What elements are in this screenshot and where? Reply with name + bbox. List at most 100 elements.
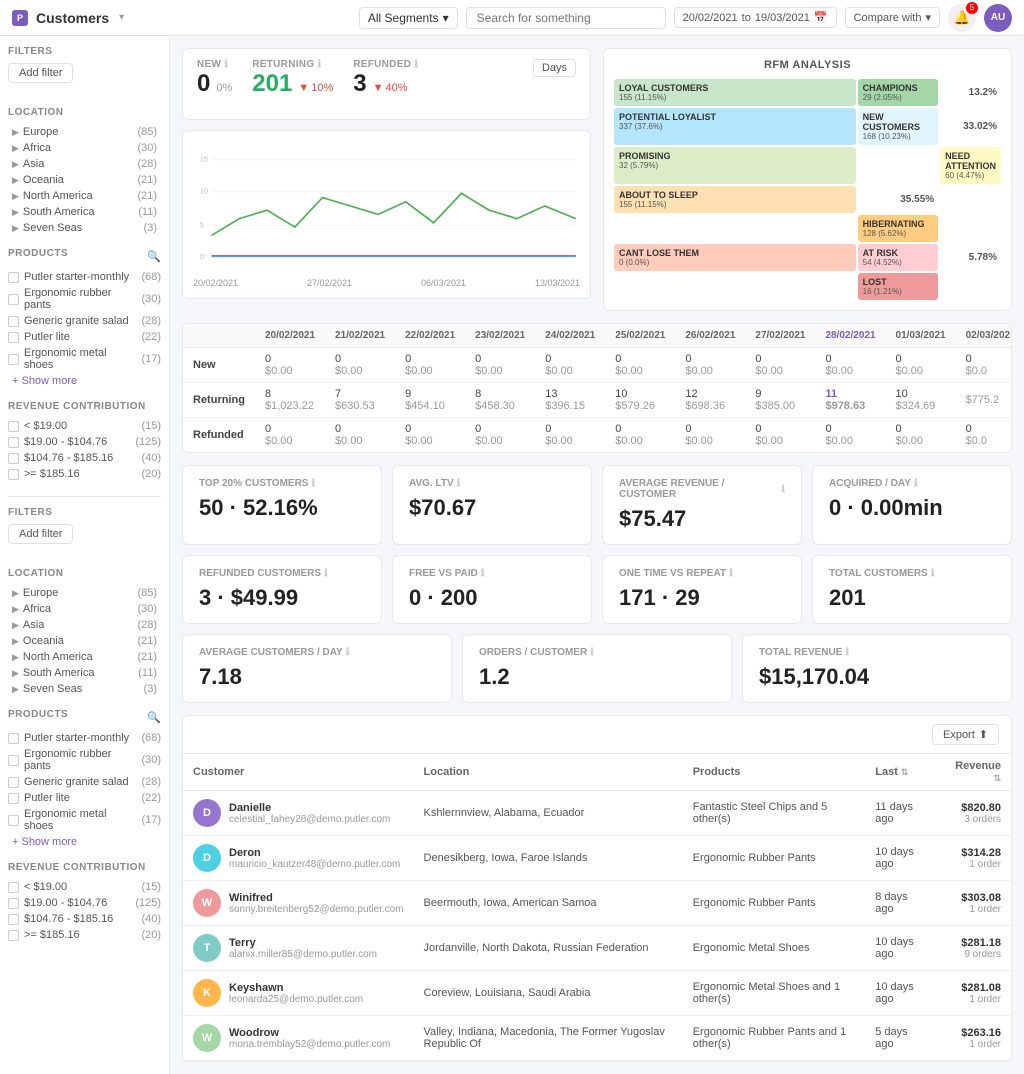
sidebar-item-south-america[interactable]: ▶South America (11): [8, 204, 161, 220]
scroll-table[interactable]: 20/02/2021 21/02/2021 22/02/2021 23/02/2…: [183, 324, 1011, 452]
revenue-item[interactable]: >= $185.16 (20): [8, 466, 161, 482]
revenue-checkbox-2[interactable]: [8, 914, 19, 925]
sidebar-item-north-america-2[interactable]: ▶North America (21): [8, 649, 161, 665]
search-icon-2[interactable]: 🔍: [147, 711, 161, 724]
col-date-10: 01/03/2021: [886, 324, 956, 348]
table-row-returning: Returning 8$1,023.22 7$630.53 9$454.10 8…: [183, 383, 1011, 418]
customer-email: mauricio_kautzer48@demo.putler.com: [229, 859, 400, 870]
days-selector[interactable]: Days: [533, 59, 576, 77]
product-item[interactable]: Putler lite (22): [8, 329, 161, 345]
info-icon: ℹ: [346, 647, 350, 658]
products-cell: Ergonomic Rubber Pants: [683, 836, 866, 881]
revenue-item[interactable]: < $19.00 (15): [8, 418, 161, 434]
revenue-checkbox[interactable]: [8, 453, 19, 464]
returning-value: 201: [252, 70, 292, 98]
sidebar-item-africa-2[interactable]: ▶Africa (30): [8, 601, 161, 617]
product-item[interactable]: Generic granite salad (28): [8, 313, 161, 329]
rfm-potential: POTENTIAL LOYALIST 337 (37.6%): [614, 108, 856, 145]
col-last: Last ⇅: [865, 754, 937, 791]
sidebar-item-oceania[interactable]: ▶Oceania (21): [8, 172, 161, 188]
table-row: W Winifred sonny.breitenberg52@demo.putl…: [183, 881, 1011, 926]
location-section-2: LOCATION ▶Europe (85) ▶Africa (30) ▶Asia…: [8, 568, 161, 697]
metric-top20: TOP 20% CUSTOMERSℹ 50 · 52.16%: [182, 465, 382, 545]
product-item-2[interactable]: Putler lite (22): [8, 790, 161, 806]
sidebar-item-north-america[interactable]: ▶North America (21): [8, 188, 161, 204]
date-range-picker[interactable]: 20/02/2021 to 19/03/2021 📅: [674, 7, 837, 28]
sidebar-item-south-america-2[interactable]: ▶South America (11): [8, 665, 161, 681]
add-filter-button[interactable]: Add filter: [8, 63, 73, 83]
revenue-item[interactable]: $104.76 - $185.16 (40): [8, 450, 161, 466]
sidebar-item-seven-seas[interactable]: ▶Seven Seas (3): [8, 220, 161, 236]
product-checkbox-2[interactable]: [8, 755, 19, 766]
sidebar-item-africa[interactable]: ▶Africa (30): [8, 140, 161, 156]
product-checkbox[interactable]: [8, 354, 19, 365]
add-filter-button-2[interactable]: Add filter: [8, 524, 73, 544]
product-checkbox-2[interactable]: [8, 793, 19, 804]
product-checkbox[interactable]: [8, 316, 19, 327]
compare-button[interactable]: Compare with ▾: [845, 7, 940, 28]
revenue-item[interactable]: $19.00 - $104.76 (125): [8, 434, 161, 450]
revenue-checkbox[interactable]: [8, 421, 19, 432]
product-item-2[interactable]: Putler starter-monthly (68): [8, 730, 161, 746]
revenue-checkbox[interactable]: [8, 437, 19, 448]
sidebar-item-oceania-2[interactable]: ▶Oceania (21): [8, 633, 161, 649]
revenue-checkbox-2[interactable]: [8, 930, 19, 941]
avatar: D: [193, 799, 221, 827]
revenue-item-2[interactable]: < $19.00 (15): [8, 879, 161, 895]
new-value: 0: [197, 70, 210, 98]
show-more-button-2[interactable]: + Show more: [8, 834, 161, 850]
col-date-7: 26/02/2021: [675, 324, 745, 348]
revenue-item-2[interactable]: $104.76 - $185.16 (40): [8, 911, 161, 927]
svg-text:0: 0: [200, 252, 204, 261]
product-item-2[interactable]: Generic granite salad (28): [8, 774, 161, 790]
sidebar-item-asia-2[interactable]: ▶Asia (28): [8, 617, 161, 633]
revenue-cell: $820.80 3 orders: [937, 791, 1011, 836]
table-row: K Keyshawn leonarda25@demo.putler.com Co…: [183, 971, 1011, 1016]
customer-cell: K Keyshawn leonarda25@demo.putler.com: [183, 971, 414, 1016]
avatar[interactable]: AU: [984, 4, 1012, 32]
sidebar-item-seven-seas-2[interactable]: ▶Seven Seas (3): [8, 681, 161, 697]
rfm-card: RFM ANALYSIS LOYAL CUSTOMERS 155 (11.15%…: [603, 48, 1012, 311]
product-item[interactable]: Putler starter-monthly (68): [8, 269, 161, 285]
notification-button[interactable]: 🔔 5: [948, 4, 976, 32]
revenue-item-2[interactable]: >= $185.16 (20): [8, 927, 161, 943]
products-section: PRODUCTS 🔍 Putler starter-monthly (68) E…: [8, 248, 161, 389]
avatar: T: [193, 934, 221, 962]
sidebar-item-europe[interactable]: ▶Europe (85): [8, 124, 161, 140]
product-item-2[interactable]: Ergonomic metal shoes (17): [8, 806, 161, 834]
stats-overview-card: Days NEWℹ 0 0% RETURNINGℹ 201: [182, 48, 591, 120]
search-icon[interactable]: 🔍: [147, 250, 161, 263]
revenue-checkbox-2[interactable]: [8, 898, 19, 909]
metric-refunded-value: 3 · $49.99: [199, 585, 365, 611]
product-checkbox[interactable]: [8, 332, 19, 343]
revenue-checkbox-2[interactable]: [8, 882, 19, 893]
line-chart-card: 15 10 5 0: [182, 130, 591, 299]
customer-name: Deron: [229, 847, 400, 859]
metric-avg-cust-day: AVERAGE CUSTOMERS / DAYℹ 7.18: [182, 634, 452, 703]
avatar: K: [193, 979, 221, 1007]
export-button[interactable]: Export ⬆: [932, 724, 999, 745]
product-checkbox[interactable]: [8, 272, 19, 283]
revenue-cell: $281.08 1 order: [937, 971, 1011, 1016]
segment-select[interactable]: All Segments ▾: [359, 7, 458, 29]
search-input[interactable]: [466, 7, 666, 29]
metrics-row-3: AVERAGE CUSTOMERS / DAYℹ 7.18 ORDERS / C…: [182, 634, 1012, 703]
revenue-label: REVENUE CONTRIBUTION: [8, 401, 161, 412]
product-checkbox-2[interactable]: [8, 733, 19, 744]
product-item-2[interactable]: Ergonomic rubber pants (30): [8, 746, 161, 774]
location-cell: Beermouth, Iowa, American Samoa: [414, 881, 683, 926]
product-checkbox[interactable]: [8, 294, 19, 305]
rfm-loyal: LOYAL CUSTOMERS 155 (11.15%): [614, 79, 856, 106]
customer-email: celestial_fahey28@demo.putler.com: [229, 814, 390, 825]
product-checkbox-2[interactable]: [8, 777, 19, 788]
product-item[interactable]: Ergonomic metal shoes (17): [8, 345, 161, 373]
product-checkbox-2[interactable]: [8, 815, 19, 826]
customers-table-inner: Customer Location Products Last ⇅ Revenu…: [183, 754, 1011, 1061]
last-cell: 10 days ago: [865, 926, 937, 971]
sidebar-item-europe-2[interactable]: ▶Europe (85): [8, 585, 161, 601]
sidebar-item-asia[interactable]: ▶Asia (28): [8, 156, 161, 172]
revenue-item-2[interactable]: $19.00 - $104.76 (125): [8, 895, 161, 911]
show-more-button[interactable]: + Show more: [8, 373, 161, 389]
revenue-checkbox[interactable]: [8, 469, 19, 480]
product-item[interactable]: Ergonomic rubber pants (30): [8, 285, 161, 313]
